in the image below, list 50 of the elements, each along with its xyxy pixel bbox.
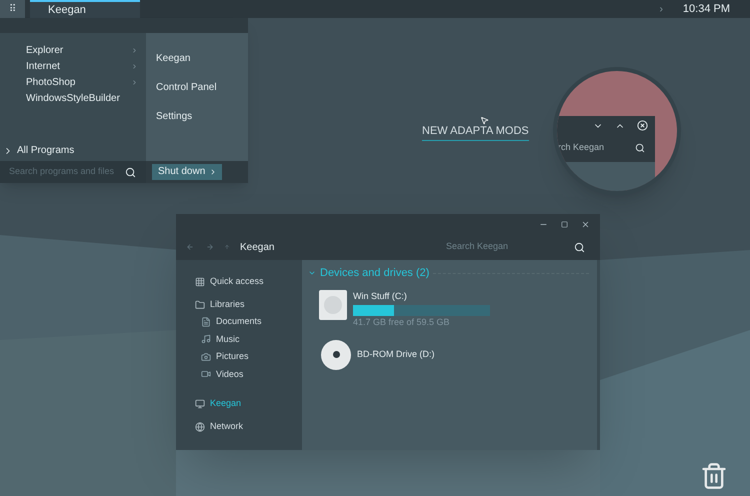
group-header[interactable]: Devices and drives (2) [308,265,597,282]
chevron-icon [209,168,217,176]
program-item[interactable]: Explorer [0,42,146,58]
search-icon [125,166,136,178]
music-note-icon [201,334,211,344]
nav-item[interactable]: Pictures [195,348,302,366]
address-path[interactable]: Keegan [240,240,274,254]
search-icon [574,242,585,252]
nav-item[interactable]: Network [195,418,302,435]
back-button[interactable] [186,243,194,251]
clock: 10:34 PM [682,2,730,17]
monitor-icon [195,398,205,408]
program-item[interactable]: PhotoShop [0,74,146,90]
camera-icon [201,352,211,362]
forward-button[interactable] [206,243,214,251]
nav-item[interactable]: Quick access [195,273,302,290]
nav-item[interactable]: Music [195,330,302,348]
desktop-link[interactable]: NEW ADAPTA MODS [422,123,529,140]
all-programs-link[interactable]: All Programs [0,143,146,158]
drive-name: Win Stuff (C:) [353,290,408,303]
drive-item[interactable]: BD-ROM Drive (D:) [308,340,597,370]
start-button[interactable]: ⠿ [0,0,25,18]
document-icon [201,316,211,327]
program-item[interactable]: WindowsStyleBuilder [0,90,146,106]
nav-item[interactable]: Libraries [195,296,302,313]
tray-arrow: › [660,2,663,16]
drive-name: BD-ROM Drive (D:) [357,348,434,361]
maximize-button[interactable] [561,220,568,228]
nav-item[interactable]: Keegan [195,395,302,412]
grid-icon [195,276,205,286]
cursor-icon [480,116,489,125]
taskbar-item[interactable]: Keegan [30,0,140,18]
program-item[interactable]: Internet [0,58,146,74]
close-button[interactable] [581,220,590,228]
recycle-bin-icon[interactable] [700,462,728,490]
nav-item[interactable]: Documents [195,313,302,330]
shutdown-button[interactable]: Shut down [152,164,222,180]
start-place-item[interactable]: Settings [156,109,248,123]
video-camera-icon [201,369,211,380]
folder-icon [195,300,205,310]
nav-item[interactable]: Videos [195,366,302,383]
search-field[interactable]: Search Keegan [446,240,566,254]
drive-item[interactable]: Win Stuff (C:) 41.7 GB free of 59.5 GB [308,290,597,330]
start-place-item[interactable]: Keegan [156,51,248,65]
globe-icon [195,422,205,432]
start-place-item[interactable]: Control Panel [156,80,248,94]
hard-drive-icon [319,290,347,320]
drive-space: 41.7 GB free of 59.5 GB [353,316,451,329]
close-icon [637,120,648,131]
search-icon [635,142,645,153]
